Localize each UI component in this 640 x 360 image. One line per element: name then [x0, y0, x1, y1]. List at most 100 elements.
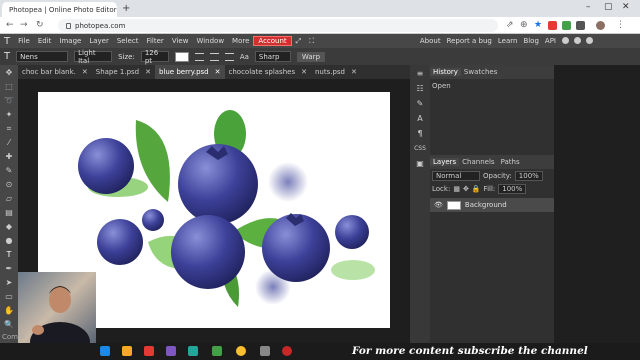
minimize-icon[interactable]: – — [586, 2, 591, 12]
type-tool-icon[interactable]: T — [2, 249, 16, 261]
menu-blog[interactable]: Blog — [523, 37, 538, 45]
hand-tool-icon[interactable]: ✋ — [2, 305, 16, 317]
menu-select[interactable]: Select — [113, 37, 143, 45]
close-doc-icon[interactable]: ✕ — [351, 68, 357, 76]
tab-paths[interactable]: Paths — [498, 158, 523, 166]
address-bar[interactable]: photopea.com — [58, 19, 498, 32]
close-doc-icon[interactable]: ✕ — [145, 68, 151, 76]
close-window-icon[interactable]: ✕ — [622, 2, 630, 12]
css-icon[interactable]: CSS — [414, 143, 427, 155]
gradient-tool-icon[interactable]: ▤ — [2, 207, 16, 219]
menu-edit[interactable]: Edit — [34, 37, 56, 45]
menu-learn[interactable]: Learn — [498, 37, 518, 45]
edge-icon[interactable] — [100, 346, 110, 356]
layer-row[interactable]: 👁 Background — [430, 198, 554, 212]
clone-tool-icon[interactable]: ⊙ — [2, 179, 16, 191]
browser-menu-icon[interactable]: ⋮ — [616, 20, 625, 30]
close-doc-icon[interactable]: ✕ — [82, 68, 88, 76]
doc-tab-active[interactable]: blue berry.psd ✕ — [154, 65, 225, 79]
lasso-tool-icon[interactable]: ➰ — [2, 95, 16, 107]
brush-tool-icon[interactable]: ✎ — [2, 165, 16, 177]
app-icon[interactable] — [188, 346, 198, 356]
opacity-input[interactable]: 100% — [514, 170, 543, 181]
font-size-input[interactable]: 126 pt — [140, 49, 169, 65]
expand-icon[interactable]: ⛶ — [305, 37, 318, 46]
share-icon[interactable]: ⇗ — [506, 20, 514, 30]
app-icon[interactable] — [166, 346, 176, 356]
character-icon[interactable]: A — [414, 113, 427, 125]
paragraph-icon[interactable]: ¶ — [414, 128, 427, 140]
app-icon[interactable] — [212, 346, 222, 356]
font-style-select[interactable]: Light Ital — [74, 49, 113, 65]
antialias-select[interactable]: Sharp — [254, 51, 291, 62]
history-icon[interactable]: ≡ — [414, 68, 427, 80]
bookmark-star-icon[interactable]: ★ — [534, 20, 542, 30]
align-right-icon[interactable] — [224, 52, 234, 61]
align-center-icon[interactable] — [209, 52, 219, 61]
eraser-tool-icon[interactable]: ▱ — [2, 193, 16, 205]
doc-tab[interactable]: nuts.psd ✕ — [311, 65, 361, 79]
swatches-icon[interactable]: ☷ — [414, 83, 427, 95]
twitter-icon[interactable] — [574, 37, 581, 44]
font-family-select[interactable]: Nens — [16, 51, 69, 62]
profile-avatar[interactable] — [596, 21, 605, 30]
tab-history[interactable]: History — [430, 68, 461, 76]
tab-swatches[interactable]: Swatches — [461, 68, 500, 76]
browser-tab[interactable]: Photopea | Online Photo Editor ✕ — [2, 2, 117, 17]
pen-tool-icon[interactable]: ✒ — [2, 263, 16, 275]
app-icon[interactable] — [282, 346, 292, 356]
warp-button[interactable]: Warp — [296, 51, 326, 62]
marquee-tool-icon[interactable]: ⬚ — [2, 81, 16, 93]
close-doc-icon[interactable]: ✕ — [215, 68, 221, 76]
menu-api[interactable]: API — [545, 37, 556, 45]
reddit-icon[interactable] — [562, 37, 569, 44]
history-item[interactable]: Open — [430, 79, 554, 92]
menu-image[interactable]: Image — [55, 37, 85, 45]
app-icon[interactable] — [144, 346, 154, 356]
new-tab-icon[interactable]: + — [122, 3, 130, 14]
align-left-icon[interactable] — [194, 52, 204, 61]
image-icon[interactable]: ▣ — [414, 158, 427, 170]
menu-window[interactable]: Window — [192, 37, 228, 45]
path-select-tool-icon[interactable]: ➤ — [2, 277, 16, 289]
chrome-icon[interactable] — [236, 346, 246, 356]
move-tool-icon[interactable]: ✥ — [2, 67, 16, 79]
brush-panel-icon[interactable]: ✎ — [414, 98, 427, 110]
doc-tab[interactable]: chocolate splashes ✕ — [225, 65, 311, 79]
file-explorer-icon[interactable] — [122, 346, 132, 356]
dodge-tool-icon[interactable]: ● — [2, 235, 16, 247]
maximize-icon[interactable]: ▢ — [604, 2, 613, 12]
menu-more[interactable]: More — [228, 37, 253, 45]
menu-report-bug[interactable]: Report a bug — [447, 37, 492, 45]
menu-view[interactable]: View — [168, 37, 193, 45]
shape-tool-icon[interactable]: ▭ — [2, 291, 16, 303]
blend-mode-select[interactable]: Normal — [432, 170, 480, 181]
reload-icon[interactable]: ↻ — [36, 20, 44, 30]
menu-about[interactable]: About — [420, 37, 441, 45]
close-doc-icon[interactable]: ✕ — [301, 68, 307, 76]
eyedropper-tool-icon[interactable]: ⁄ — [2, 137, 16, 149]
healing-tool-icon[interactable]: ✚ — [2, 151, 16, 163]
extension-icon[interactable] — [562, 21, 571, 30]
fill-input[interactable]: 100% — [498, 183, 527, 194]
crop-tool-icon[interactable]: ⌗ — [2, 123, 16, 135]
menu-layer[interactable]: Layer — [85, 37, 113, 45]
doc-tab[interactable]: Shape 1.psd ✕ — [92, 65, 155, 79]
lock-position-icon[interactable]: ✥ — [463, 185, 469, 193]
forward-icon[interactable]: → — [20, 20, 28, 30]
menu-filter[interactable]: Filter — [142, 37, 167, 45]
magic-wand-tool-icon[interactable]: ✦ — [2, 109, 16, 121]
lock-all-icon[interactable]: 🔒 — [472, 185, 481, 193]
blur-tool-icon[interactable]: ◆ — [2, 221, 16, 233]
text-color-swatch[interactable] — [174, 51, 189, 62]
account-button[interactable]: Account — [253, 36, 292, 46]
lock-pixels-icon[interactable]: ▦ — [453, 185, 460, 193]
eye-icon[interactable]: 👁 — [434, 201, 443, 209]
tab-layers[interactable]: Layers — [430, 158, 460, 166]
tab-channels[interactable]: Channels — [459, 158, 497, 166]
facebook-icon[interactable] — [586, 37, 593, 44]
menu-file[interactable]: File — [14, 37, 34, 45]
fullscreen-icon[interactable]: ⤢ — [292, 37, 306, 46]
extension-icon[interactable] — [548, 21, 557, 30]
back-icon[interactable]: ← — [6, 20, 14, 30]
